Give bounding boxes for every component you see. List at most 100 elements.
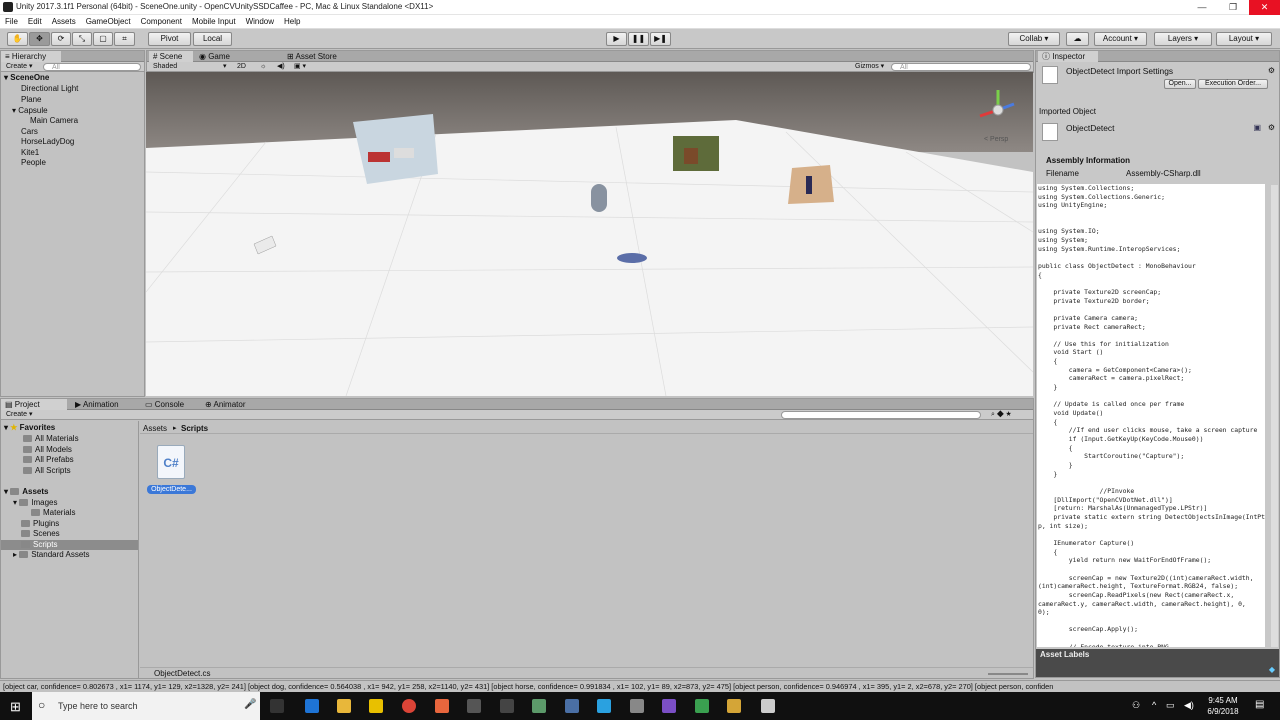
hierarchy-item-capsule[interactable]: ▾ Capsule <box>1 106 144 117</box>
console-status-bar[interactable]: [object car, confidence= 0.802673 , x1= … <box>0 680 1280 692</box>
menu-assets[interactable]: Assets <box>47 15 81 28</box>
menu-mobile-input[interactable]: Mobile Input <box>187 15 241 28</box>
shading-mode-dropdown[interactable]: Shaded <box>153 62 177 72</box>
visual-studio-icon[interactable] <box>662 699 676 713</box>
tab-hierarchy[interactable]: ≡ Hierarchy <box>1 51 61 62</box>
hierarchy-item-kite1[interactable]: Kite1 <box>1 148 144 159</box>
open-button[interactable]: Open... <box>1164 79 1196 89</box>
tab-animation[interactable]: ▶ Animation <box>71 399 139 410</box>
project-create-button[interactable]: Create ▾ <box>6 410 32 420</box>
menu-gameobject[interactable]: GameObject <box>81 15 136 28</box>
people-icon[interactable]: ⚇ <box>1132 700 1140 711</box>
minimize-button[interactable]: — <box>1187 0 1217 15</box>
hierarchy-item-horseladydog[interactable]: HorseLadyDog <box>1 137 144 148</box>
mail-icon[interactable] <box>630 699 644 713</box>
move-tool-button[interactable]: ✥ <box>29 32 50 46</box>
restore-button[interactable]: ❐ <box>1218 0 1248 15</box>
unity-taskbar-icon[interactable] <box>761 699 775 713</box>
docs-icon[interactable] <box>565 699 579 713</box>
inspector-scrollbar[interactable] <box>1271 185 1278 647</box>
perspective-label[interactable]: < Persp <box>984 136 1008 143</box>
folder-standard-assets[interactable]: ▸ Standard Assets <box>1 550 138 561</box>
hierarchy-item-cars[interactable]: Cars <box>1 127 144 138</box>
audio-icon[interactable]: ◀) <box>277 62 285 72</box>
hand-tool-button[interactable]: ✋ <box>7 32 28 46</box>
menu-edit[interactable]: Edit <box>23 15 47 28</box>
hierarchy-search-input[interactable]: All <box>43 63 141 71</box>
rect-tool-button[interactable]: ▢ <box>93 32 113 46</box>
tray-arrow-icon[interactable]: ^ <box>1152 700 1156 710</box>
gizmos-dropdown[interactable]: Gizmos ▾ <box>855 62 884 72</box>
favorites-header[interactable]: ▾ ★ Favorites <box>1 423 138 434</box>
play-button[interactable]: ▶ <box>606 32 627 46</box>
menu-help[interactable]: Help <box>279 15 305 28</box>
tab-project[interactable]: ▤ Project <box>1 399 67 410</box>
project-search-input[interactable] <box>781 411 981 419</box>
network-app-icon[interactable] <box>532 699 546 713</box>
calculator-icon[interactable] <box>500 699 514 713</box>
scene-viewport[interactable]: < Persp <box>146 72 1033 396</box>
tab-animator[interactable]: ⊕ Animator <box>201 399 265 410</box>
scale-tool-button[interactable]: ⤡ <box>72 32 92 46</box>
script-asset-label[interactable]: ObjectDete... <box>147 485 196 494</box>
scene-search-input[interactable]: All <box>891 63 1031 71</box>
notifications-icon[interactable]: ▤ <box>1255 699 1264 710</box>
fav-all-prefabs[interactable]: All Prefabs <box>1 455 138 466</box>
clock-time[interactable]: 9:45 AM <box>1206 696 1240 705</box>
account-dropdown[interactable]: Account ▾ <box>1094 32 1147 46</box>
transform-tool-button[interactable]: ⌗ <box>114 32 135 46</box>
tab-asset-store[interactable]: ⊞ Asset Store <box>283 51 343 62</box>
script-asset-icon[interactable]: C# <box>157 445 185 479</box>
menu-window[interactable]: Window <box>241 15 279 28</box>
skype-icon[interactable] <box>597 699 611 713</box>
pause-button[interactable]: ❚❚ <box>628 32 649 46</box>
store-icon[interactable] <box>369 699 383 713</box>
tab-console[interactable]: ▭ Console <box>141 399 199 410</box>
clock-date[interactable]: 6/9/2018 <box>1206 707 1240 716</box>
hierarchy-item-directional-light[interactable]: Directional Light <box>1 84 144 95</box>
tag-icon[interactable]: ◆ <box>1269 665 1275 674</box>
step-button[interactable]: ▶❚ <box>650 32 671 46</box>
execution-order-button[interactable]: Execution Order... <box>1198 79 1268 89</box>
menu-file[interactable]: File <box>0 15 23 28</box>
tab-inspector[interactable]: ⓘ Inspector <box>1038 51 1098 62</box>
folder-images[interactable]: ▾ Images <box>1 498 138 509</box>
fav-all-scripts[interactable]: All Scripts <box>1 466 138 477</box>
hierarchy-item-main-camera[interactable]: Main Camera <box>1 116 144 127</box>
crumb-assets[interactable]: Assets <box>143 424 167 433</box>
filter-icons[interactable]: ⌕ ◆ ★ <box>991 410 1012 420</box>
rotate-tool-button[interactable]: ⟳ <box>51 32 71 46</box>
layout-dropdown[interactable]: Layout ▾ <box>1216 32 1272 46</box>
menu-component[interactable]: Component <box>136 15 187 28</box>
windows-start-icon[interactable]: ⊞ <box>10 699 21 715</box>
effects-icon[interactable]: ▣ ▾ <box>294 62 306 72</box>
inspector-gear-icon[interactable]: ⚙ <box>1268 66 1275 75</box>
pdf-icon[interactable] <box>435 699 449 713</box>
spreadsheet-icon[interactable] <box>695 699 709 713</box>
folder-scripts[interactable]: Scripts <box>1 539 138 550</box>
collab-dropdown[interactable]: Collab ▾ <box>1008 32 1060 46</box>
folder-plugins[interactable]: Plugins <box>1 519 138 530</box>
app-icon[interactable] <box>467 699 481 713</box>
hierarchy-item-people[interactable]: People <box>1 158 144 169</box>
icon-size-slider[interactable] <box>988 673 1028 675</box>
scene-root-item[interactable]: ▾ SceneOne <box>1 73 144 84</box>
2d-toggle[interactable]: 2D <box>237 62 246 72</box>
network-icon[interactable]: ▭ <box>1166 700 1175 711</box>
hierarchy-item-plane[interactable]: Plane <box>1 95 144 106</box>
chrome-icon[interactable] <box>402 699 416 713</box>
cloud-button[interactable]: ☁ <box>1066 32 1089 46</box>
lighting-icon[interactable]: ☼ <box>260 62 266 72</box>
close-button[interactable]: ✕ <box>1249 0 1280 15</box>
fav-all-materials[interactable]: All Materials <box>1 434 138 445</box>
tab-scene[interactable]: # Scene <box>149 51 193 62</box>
assets-header[interactable]: ▾ Assets <box>1 487 138 498</box>
layers-dropdown[interactable]: Layers ▾ <box>1154 32 1212 46</box>
local-toggle[interactable]: Local <box>193 32 232 46</box>
folder-materials[interactable]: Materials <box>1 508 138 519</box>
folder-scenes[interactable]: Scenes <box>1 529 138 540</box>
volume-icon[interactable]: ◀) <box>1184 700 1194 711</box>
hierarchy-create-button[interactable]: Create ▾ <box>6 62 32 72</box>
edge-icon[interactable] <box>305 699 319 713</box>
task-view-icon[interactable] <box>270 699 284 713</box>
